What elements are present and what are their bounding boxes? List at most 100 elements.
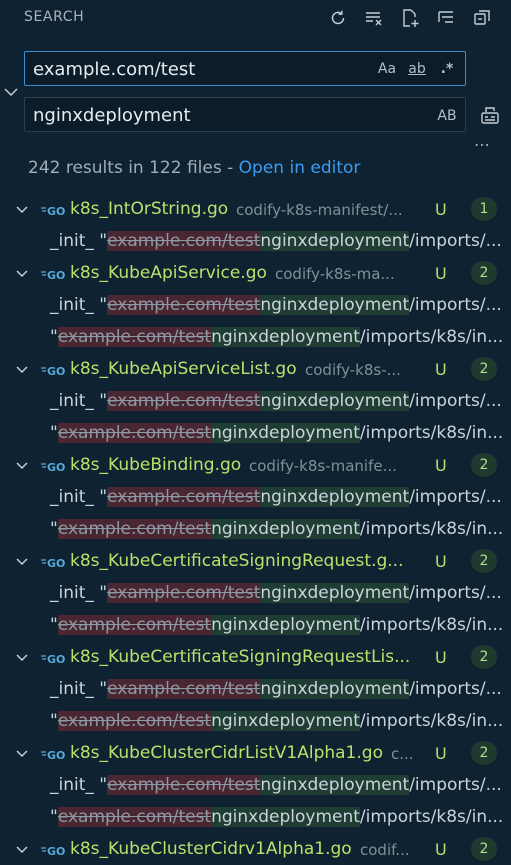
file-row[interactable]: GO k8s_KubeApiService.go codify-k8s-ma... U… xyxy=(0,257,511,289)
match-row[interactable]: _init_ "example.com/testnginxdeployment/… xyxy=(0,769,511,801)
file-row[interactable]: GO k8s_KubeCertificateSigningRequest.g...… xyxy=(0,545,511,577)
match-suffix: /imports/... xyxy=(409,583,502,603)
chevron-down-icon[interactable] xyxy=(12,839,32,859)
match-added-text: nginxdeployment xyxy=(211,423,360,443)
replace-input[interactable] xyxy=(31,98,395,133)
search-input[interactable] xyxy=(31,52,395,87)
svg-text:GO: GO xyxy=(47,205,65,217)
file-path: codify-k8s-ma... xyxy=(275,265,395,283)
replace-all-icon[interactable] xyxy=(479,104,501,126)
match-row[interactable]: _init_ "example.com/testnginxdeployment/… xyxy=(0,577,511,609)
match-row[interactable]: "example.com/testnginxdeployment/imports… xyxy=(0,513,511,545)
open-in-editor-link[interactable]: Open in editor xyxy=(239,158,361,178)
go-file-icon: GO xyxy=(40,842,68,858)
match-row[interactable]: _init_ "example.com/testnginxdeployment/… xyxy=(0,673,511,705)
view-title: SEARCH xyxy=(24,9,85,25)
search-view-header: SEARCH xyxy=(0,0,511,34)
match-row[interactable]: "example.com/testnginxdeployment/imports… xyxy=(0,417,511,449)
match-added-text: nginxdeployment xyxy=(260,295,410,315)
match-suffix: /imports/k8s/in... xyxy=(359,807,504,827)
new-search-editor-icon[interactable] xyxy=(397,6,423,30)
file-path: codify-k8s-manife... xyxy=(249,457,397,475)
chevron-down-icon[interactable] xyxy=(12,743,32,763)
match-prefix: " xyxy=(50,423,58,443)
match-row[interactable]: _init_ "example.com/testnginxdeployment/… xyxy=(0,481,511,513)
match-added-text: nginxdeployment xyxy=(211,711,360,731)
file-name: k8s_KubeClusterCidrListV1Alpha1.go xyxy=(70,743,383,763)
match-prefix: " xyxy=(50,519,58,539)
match-suffix: /imports/... xyxy=(409,295,502,315)
match-removed-text: example.com/test xyxy=(107,295,261,315)
match-prefix: _init_ " xyxy=(50,583,108,603)
view-as-tree-icon[interactable] xyxy=(433,6,459,30)
match-row[interactable]: "example.com/testnginxdeployment/imports… xyxy=(0,705,511,737)
file-row[interactable]: GO k8s_KubeClusterCidrListV1Alpha1.go c...… xyxy=(0,737,511,769)
file-name: k8s_KubeCertificateSigningRequest.g... xyxy=(70,551,404,571)
clear-results-icon[interactable] xyxy=(361,6,387,30)
match-row[interactable]: "example.com/testnginxdeployment/imports… xyxy=(0,609,511,641)
match-suffix: /imports/... xyxy=(409,391,502,411)
file-row[interactable]: GO k8s_KubeClusterCidrv1Alpha1.go codif...… xyxy=(0,833,511,865)
chevron-down-icon[interactable] xyxy=(12,199,32,219)
match-added-text: nginxdeployment xyxy=(211,615,360,635)
chevron-down-icon[interactable] xyxy=(12,647,32,667)
match-removed-text: example.com/test xyxy=(57,711,212,731)
svg-text:GO: GO xyxy=(47,461,65,473)
collapse-all-icon[interactable] xyxy=(469,6,495,30)
header-actions xyxy=(325,6,495,30)
match-added-text: nginxdeployment xyxy=(260,679,410,699)
match-case-icon[interactable]: Aa xyxy=(375,59,399,79)
git-status-badge: U xyxy=(435,360,447,379)
file-row[interactable]: GO k8s_KubeBinding.go codify-k8s-manife...… xyxy=(0,449,511,481)
refresh-icon[interactable] xyxy=(325,6,351,30)
match-removed-text: example.com/test xyxy=(107,775,261,795)
match-removed-text: example.com/test xyxy=(57,327,212,347)
chevron-down-icon[interactable] xyxy=(12,263,32,283)
git-status-badge: U xyxy=(435,648,447,667)
chevron-down-icon[interactable] xyxy=(12,359,32,379)
match-row[interactable]: "example.com/testnginxdeployment/imports… xyxy=(0,801,511,833)
match-prefix: _init_ " xyxy=(50,487,108,507)
svg-text:GO: GO xyxy=(47,269,65,281)
match-suffix: /imports/k8s/in... xyxy=(359,519,504,539)
file-row[interactable]: GO k8s_KubeCertificateSigningRequestLis..… xyxy=(0,641,511,673)
match-suffix: /imports/... xyxy=(409,231,502,251)
use-regex-icon[interactable]: .* xyxy=(435,59,459,79)
chevron-down-icon[interactable] xyxy=(12,551,32,571)
go-file-icon: GO xyxy=(40,554,68,570)
file-row[interactable]: GO k8s_KubeApiServiceList.go codify-k8s-..… xyxy=(0,353,511,385)
match-count-badge: 2 xyxy=(471,549,497,573)
go-file-icon: GO xyxy=(40,362,68,378)
file-name: k8s_KubeApiServiceList.go xyxy=(70,359,297,379)
match-row[interactable]: _init_ "example.com/testnginxdeployment/… xyxy=(0,385,511,417)
file-row[interactable]: GO k8s_IntOrString.go codify-k8s-manifest/… xyxy=(0,193,511,225)
match-row[interactable]: _init_ "example.com/testnginxdeployment/… xyxy=(0,289,511,321)
match-whole-word-icon[interactable]: ab xyxy=(405,59,429,79)
search-field[interactable]: Aa ab .* xyxy=(24,51,466,87)
results-summary: 242 results in 122 files - Open in edito… xyxy=(28,158,360,178)
match-added-text: nginxdeployment xyxy=(260,583,410,603)
match-count-badge: 2 xyxy=(471,645,497,669)
more-actions-icon[interactable]: ⋯ xyxy=(474,135,498,154)
match-added-text: nginxdeployment xyxy=(260,487,410,507)
match-added-text: nginxdeployment xyxy=(211,807,360,827)
match-count-badge: 2 xyxy=(471,261,497,285)
match-prefix: " xyxy=(50,327,58,347)
match-count-badge: 2 xyxy=(471,741,497,765)
svg-text:GO: GO xyxy=(47,365,65,377)
replace-options: AB xyxy=(435,106,459,126)
preserve-case-icon[interactable]: AB xyxy=(435,106,459,126)
match-count-badge: 2 xyxy=(471,357,497,381)
match-added-text: nginxdeployment xyxy=(260,231,410,251)
match-prefix: " xyxy=(50,711,58,731)
replace-field[interactable]: AB xyxy=(24,97,466,133)
match-prefix: _init_ " xyxy=(50,231,108,251)
file-path: codif... xyxy=(360,841,410,859)
match-removed-text: example.com/test xyxy=(57,615,212,635)
toggle-replace-chevron-down-icon[interactable] xyxy=(2,83,20,101)
match-row[interactable]: _init_ "example.com/testnginxdeployment/… xyxy=(0,225,511,257)
results-count-text: 242 results in 122 files - xyxy=(28,158,239,178)
match-row[interactable]: "example.com/testnginxdeployment/imports… xyxy=(0,321,511,353)
file-path: codify-k8s-... xyxy=(305,361,401,379)
chevron-down-icon[interactable] xyxy=(12,455,32,475)
